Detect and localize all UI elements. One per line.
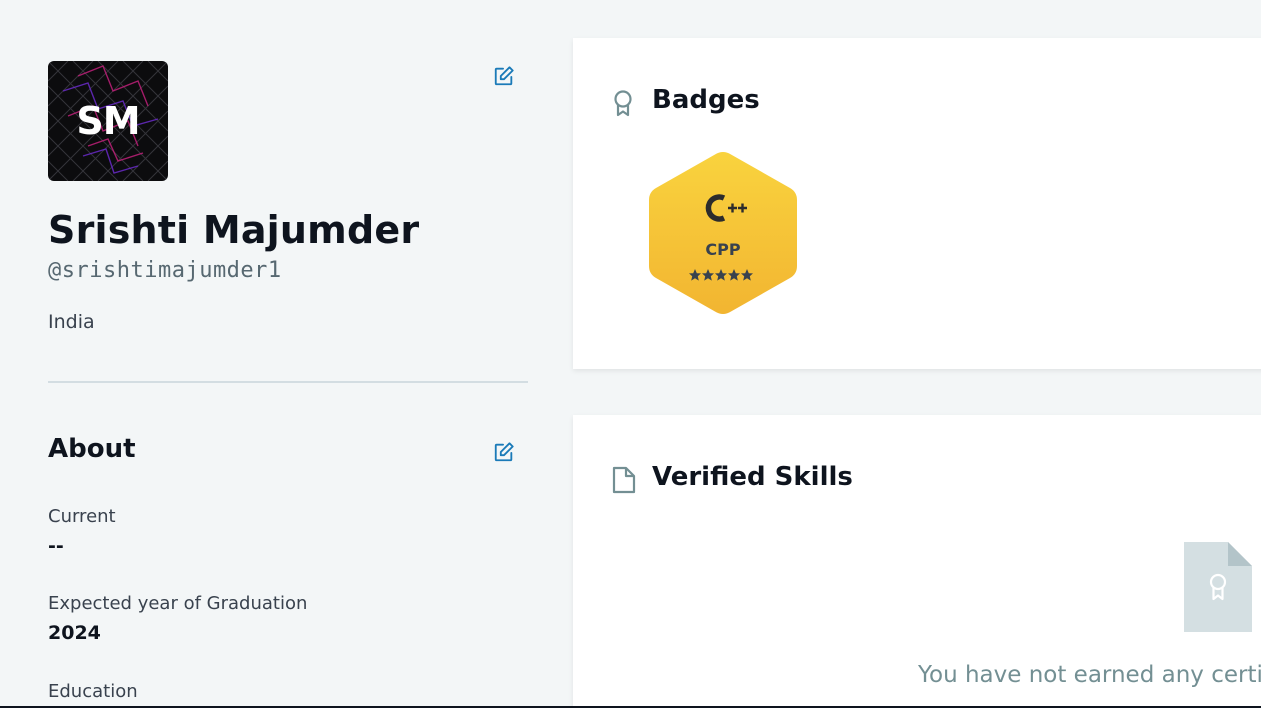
about-current-value: --: [48, 535, 64, 557]
avatar[interactable]: SM: [48, 61, 168, 181]
avatar-initials: SM: [76, 99, 140, 143]
cplusplus-icon: [700, 193, 748, 227]
badge-cpp[interactable]: CPP: [648, 150, 798, 315]
about-title: About: [48, 434, 136, 464]
edit-profile-icon[interactable]: [493, 65, 515, 87]
divider: [48, 381, 528, 383]
about-current-label: Current: [48, 506, 116, 527]
badge-ribbon-icon: [611, 89, 635, 121]
verified-skills-title: Verified Skills: [652, 462, 853, 492]
verified-skills-empty-message: You have not earned any certif: [918, 662, 1261, 688]
badge-hexagon: [649, 152, 797, 314]
profile-page: SM Srishti Majumder @srishtimajumder1 In…: [0, 0, 1261, 708]
profile-name: Srishti Majumder: [48, 208, 420, 252]
badge-name: CPP: [705, 240, 741, 259]
document-icon: [612, 466, 636, 498]
about-graduation-value: 2024: [48, 622, 101, 644]
profile-country: India: [48, 311, 95, 333]
badge-stars: [688, 267, 758, 286]
certificate-placeholder-icon: [1184, 542, 1252, 636]
verified-skills-card: Verified Skills You have not earned any …: [573, 415, 1261, 706]
about-education-label: Education: [48, 681, 138, 702]
about-graduation-label: Expected year of Graduation: [48, 593, 308, 614]
badges-title: Badges: [652, 85, 760, 115]
badges-card: Badges CPP: [573, 38, 1261, 369]
profile-username: @srishtimajumder1: [48, 258, 282, 283]
edit-about-icon[interactable]: [493, 441, 515, 463]
